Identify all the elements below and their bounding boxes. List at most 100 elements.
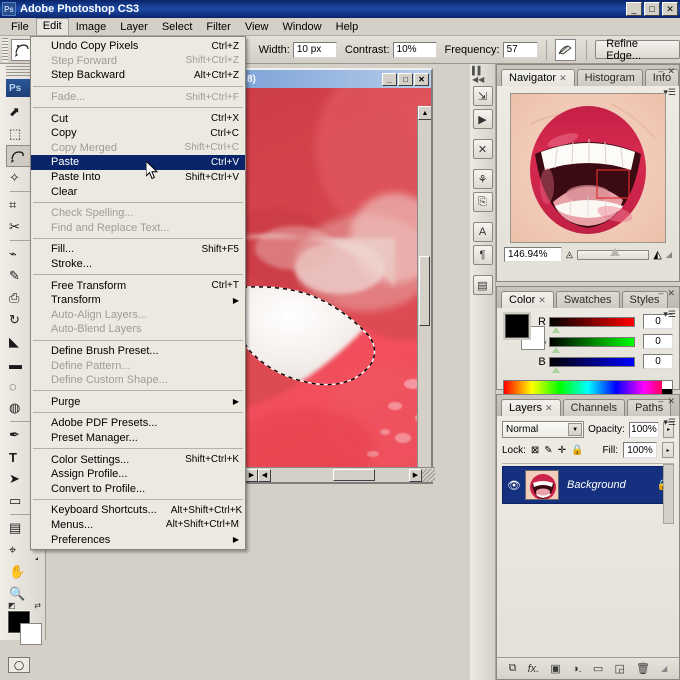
layers-minimize-icon[interactable]: – [658,396,663,407]
menu-item-step-backward[interactable]: Step Backward Alt+Ctrl+Z [31,68,245,83]
menu-item-preferences[interactable]: Preferences ▶ [31,532,245,547]
horizontal-scroll-thumb[interactable] [333,468,376,481]
layer-comps-icon[interactable]: ▤ [472,275,493,295]
navigator-close-icon[interactable]: ✕ [667,66,675,77]
dock-collapse-icon[interactable]: ▌▌ ◀◀ [472,66,495,84]
tab-histogram[interactable]: Histogram [576,69,643,86]
menu-image[interactable]: Image [69,19,114,35]
default-colors-icon[interactable]: ◩ [8,601,16,610]
scroll-right-button[interactable]: ▶ [409,468,422,482]
layer-style-icon[interactable]: fx. [528,663,540,675]
color-value-b[interactable]: 0 [643,354,673,369]
opacity-input[interactable]: 100% [628,421,660,438]
menu-item-convert-to-profile[interactable]: Convert to Profile... [31,481,245,496]
document-canvas[interactable]: ▲ [245,88,431,468]
menu-item-undo-copy-pixels[interactable]: Undo Copy Pixels Ctrl+Z [31,39,245,54]
layers-resize-grip[interactable]: ◢ [661,664,667,673]
contrast-input[interactable]: 10% [392,41,437,58]
character-icon[interactable]: A [472,222,493,242]
tab-navigator[interactable]: Navigator ✕ [501,69,575,86]
toolbox-grip[interactable] [6,66,31,76]
zoom-out-icon[interactable]: ◬ [566,249,573,260]
menu-edit[interactable]: Edit [35,18,69,35]
navigator-thumbnail[interactable] [510,93,666,243]
navigator-zoom-input[interactable]: 146.94% [504,247,562,262]
layers-close-icon[interactable]: ✕ [667,396,675,407]
menu-item-stroke[interactable]: Stroke... [31,257,245,272]
hand-tool[interactable]: ✋ [6,561,39,583]
delete-layer-icon[interactable]: 🗑 [636,662,650,675]
zoom-in-icon[interactable]: ◭ [653,248,661,261]
bridge-icon[interactable]: ⇲ [472,86,493,106]
menu-file[interactable]: File [4,19,36,35]
frequency-input[interactable]: 57 [502,41,538,58]
maximize-button[interactable]: □ [644,2,660,16]
new-layer-icon[interactable]: ◲ [614,662,624,675]
brushes-icon[interactable]: ⚘ [472,169,493,189]
color-knob-g[interactable] [552,346,560,353]
color-minimize-icon[interactable]: – [658,288,663,299]
document-horizontal-scrollbar[interactable]: ▶ ◀ ▶ [245,467,435,482]
color-knob-b[interactable] [552,366,560,373]
menu-item-fill[interactable]: Fill... Shift+F5 [31,242,245,257]
tab-layers[interactable]: Layers ✕ [501,399,561,416]
menu-item-cut[interactable]: Cut Ctrl+X [31,111,245,126]
new-group-icon[interactable]: ▭ [593,662,603,675]
menu-item-keyboard-shortcuts[interactable]: Keyboard Shortcuts... Alt+Shift+Ctrl+K [31,503,245,518]
lock-all-icon[interactable]: 🔒 [571,445,583,456]
layers-scrollbar[interactable] [663,464,674,524]
fill-input[interactable]: 100% [623,442,657,458]
layers-panel-menu-icon[interactable]: ▾☰ [663,417,676,428]
menu-item-paste[interactable]: Paste Ctrl+V [31,155,245,170]
menu-item-define-brush-preset[interactable]: Define Brush Preset... [31,344,245,359]
adjustment-layer-icon[interactable]: ◑. [572,663,582,675]
paragraph-icon[interactable]: ¶ [472,245,493,265]
pen-pressure-icon[interactable] [554,38,577,61]
link-layers-icon[interactable]: ⧉ [509,662,517,675]
document-vertical-scrollbar[interactable]: ▲ [417,106,431,468]
menu-item-menus[interactable]: Menus... Alt+Shift+Ctrl+M [31,518,245,533]
menu-window[interactable]: Window [276,19,329,35]
lock-image-icon[interactable]: ✎ [544,445,552,456]
swap-colors-icon[interactable]: ⇄ [34,601,41,610]
chevron-down-icon[interactable]: ▼ [568,423,583,436]
color-ramp-r[interactable] [549,316,635,333]
scroll-nav-button[interactable]: ▶ [245,468,258,482]
animation-icon[interactable]: ▶ [472,109,493,129]
navigator-resize-grip[interactable]: ◢ [666,250,672,259]
menu-item-clear[interactable]: Clear [31,184,245,199]
layer-visibility-icon[interactable]: 👁 [503,479,525,492]
menu-item-assign-profile[interactable]: Assign Profile... [31,467,245,482]
menu-item-color-settings[interactable]: Color Settings... Shift+Ctrl+K [31,452,245,467]
scroll-left-button[interactable]: ◀ [258,468,271,482]
tab-color[interactable]: Color ✕ [501,291,554,308]
color-value-g[interactable]: 0 [643,334,673,349]
menu-filter[interactable]: Filter [199,19,237,35]
document-title-bar[interactable]: 8) _ □ ✕ [245,70,431,88]
scroll-up-button[interactable]: ▲ [418,106,431,120]
document-close-button[interactable]: ✕ [414,72,429,86]
layer-row-background[interactable]: 👁 Background 🔒 [502,466,674,504]
color-foreground-swatch[interactable] [505,314,529,338]
resize-grip[interactable] [422,468,435,482]
tab-swatches[interactable]: Swatches [555,291,620,308]
color-close-icon[interactable]: ✕ [667,288,675,299]
lock-transparent-icon[interactable]: ⊠ [531,445,539,456]
close-button[interactable]: ✕ [662,2,678,16]
menu-layer[interactable]: Layer [113,19,155,35]
menu-item-free-transform[interactable]: Free Transform Ctrl+T [31,278,245,293]
fill-stepper[interactable]: ▸ [662,442,674,458]
quick-mask-icon[interactable]: ◯ [8,655,37,675]
color-ramp-g[interactable] [549,336,635,353]
navigator-zoom-slider[interactable] [576,247,650,260]
tool-presets-icon[interactable]: ✕ [472,139,493,159]
color-knob-r[interactable] [552,326,560,333]
menu-item-copy[interactable]: Copy Ctrl+C [31,126,245,141]
menu-item-transform[interactable]: Transform ▶ [31,293,245,308]
vertical-scroll-thumb[interactable] [419,256,430,326]
menu-item-paste-into[interactable]: Paste Into Shift+Ctrl+V [31,170,245,185]
document-minimize-button[interactable]: _ [382,72,397,86]
menu-item-adobe-pdf-presets[interactable]: Adobe PDF Presets... [31,416,245,431]
color-panel-menu-icon[interactable]: ▾☰ [663,309,676,320]
background-color-swatch[interactable] [20,623,42,645]
